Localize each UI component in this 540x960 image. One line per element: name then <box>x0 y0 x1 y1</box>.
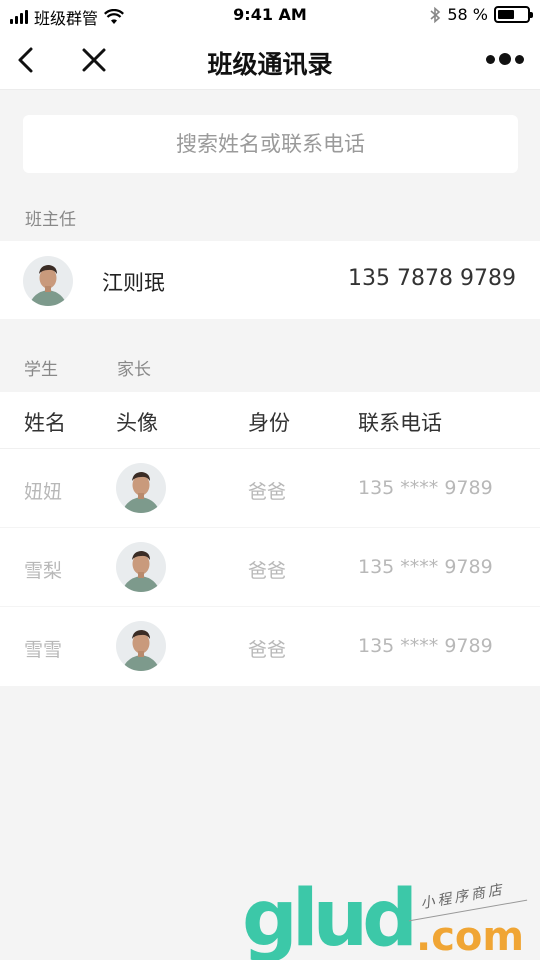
status-right: 58 % <box>429 5 533 24</box>
avatar <box>116 542 166 592</box>
row-phone[interactable]: 135 **** 9789 <box>358 635 493 657</box>
battery-icon <box>494 6 533 23</box>
bluetooth-icon <box>430 6 441 23</box>
head-teacher-name: 江则珉 <box>102 271 165 295</box>
battery-percent: 58 % <box>447 5 488 24</box>
table-row[interactable]: 雪雪 爸爸 135 **** 9789 <box>0 607 540 686</box>
table-row[interactable]: 雪梨 爸爸 135 **** 9789 <box>0 528 540 607</box>
tab-student[interactable]: 学生 <box>24 355 58 380</box>
table-row[interactable]: 妞妞 爸爸 135 **** 9789 <box>0 449 540 528</box>
row-name: 雪雪 <box>24 639 63 661</box>
contact-tabs: 学生 家长 <box>0 355 540 380</box>
row-phone[interactable]: 135 **** 9789 <box>358 477 493 499</box>
watermark-domain: .com <box>416 914 525 960</box>
battery-fill <box>498 10 515 19</box>
nav-bar: 班级通讯录 <box>0 30 540 90</box>
head-teacher-phone[interactable]: 135 7878 9789 <box>348 266 516 291</box>
more-options-icon[interactable] <box>486 52 524 66</box>
avatar <box>23 256 73 306</box>
table-header: 姓名 头像 身份 联系电话 <box>0 392 540 449</box>
header-phone: 联系电话 <box>358 411 442 435</box>
row-role: 爸爸 <box>248 639 287 661</box>
status-bar: 班级群管 9:41 AM 58 % <box>0 0 540 30</box>
tab-parent[interactable]: 家长 <box>117 355 151 380</box>
search-input[interactable] <box>23 132 518 156</box>
contact-table: 姓名 头像 身份 联系电话 妞妞 爸爸 135 **** 9789 雪梨 爸爸 … <box>0 392 540 686</box>
header-avatar: 头像 <box>116 411 158 435</box>
row-role: 爸爸 <box>248 481 287 503</box>
watermark-slogan: 小程序商店 <box>419 881 506 913</box>
row-name: 雪梨 <box>24 560 63 582</box>
row-name: 妞妞 <box>24 481 63 503</box>
head-teacher-section-label: 班主任 <box>25 210 76 230</box>
row-phone[interactable]: 135 **** 9789 <box>358 556 493 578</box>
row-role: 爸爸 <box>248 560 287 582</box>
search-box[interactable] <box>23 115 518 173</box>
header-role: 身份 <box>248 411 290 435</box>
avatar <box>116 621 166 671</box>
page-title: 班级通讯录 <box>207 50 333 79</box>
avatar <box>116 463 166 513</box>
head-teacher-row[interactable]: 江则珉 135 7878 9789 <box>0 241 540 319</box>
header-name: 姓名 <box>24 411 66 435</box>
watermark-logo-text: glud <box>242 874 418 960</box>
watermark-logo: glud .com 小程序商店 <box>240 880 540 960</box>
